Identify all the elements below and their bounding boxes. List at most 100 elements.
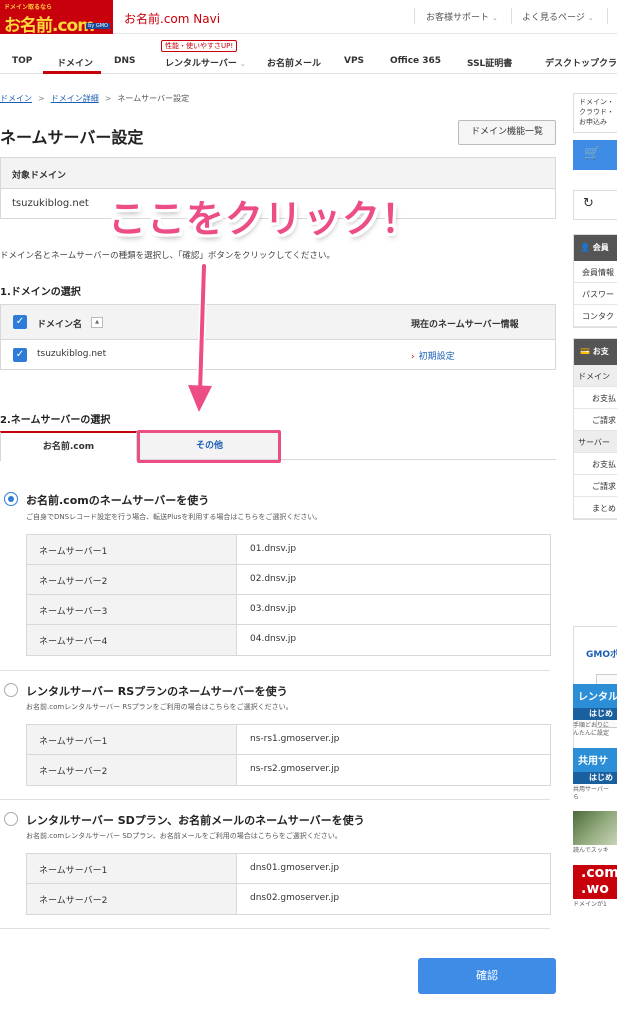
option-sd-title: レンタルサーバー SDプラン、お名前メールのネームサーバーを使う xyxy=(26,814,365,827)
domain-table-header: ✓ ドメイン名 ▲ 現在のネームサーバー情報 xyxy=(1,305,555,340)
table-row: ネームサーバー4 04.dnsv.jp xyxy=(27,625,550,655)
section-ns-select-title: 2.ネームサーバーの選択 xyxy=(0,415,111,426)
logo-gmo: by GMO xyxy=(86,23,110,29)
annotation-highlight-box xyxy=(137,430,281,463)
ns-label: ネームサーバー2 xyxy=(27,884,237,914)
ns-label: ネームサーバー1 xyxy=(27,535,237,564)
support-link[interactable]: お客様サポート ⌄ xyxy=(426,10,498,23)
nav-rental-server-label: レンタルサーバー xyxy=(165,59,237,69)
sidebar-item-bulk[interactable]: まとめ xyxy=(574,497,617,519)
divider xyxy=(0,799,550,800)
nav-ssl[interactable]: SSL証明書 xyxy=(467,56,512,69)
sidebar-item-password[interactable]: パスワー xyxy=(574,283,617,305)
reload-button[interactable]: ↻ xyxy=(573,190,617,220)
nav-rental-server[interactable]: レンタルサーバー ⌄ xyxy=(165,56,246,69)
sidebar-item-invoice[interactable]: ご請求 xyxy=(574,475,617,497)
chevron-down-icon: ⌄ xyxy=(587,14,594,22)
nav-onamae-mail[interactable]: お名前メール xyxy=(267,56,321,69)
option-rs-desc: お名前.comレンタルサーバー RSプランをご利用の場合はこちらをご選択ください… xyxy=(26,703,293,711)
ns-table-onamae: ネームサーバー1 01.dnsv.jp ネームサーバー2 02.dnsv.jp ネー… xyxy=(26,534,551,656)
sidebar-item-member-info[interactable]: 会員情報 xyxy=(574,261,617,283)
divider xyxy=(0,670,550,671)
ad-shared-server[interactable]: 共用サ はじめ 共用サーバー ら xyxy=(573,748,617,802)
promo-badge: 性能・使いやすさUP! xyxy=(161,40,238,52)
breadcrumb-current: ネームサーバー設定 xyxy=(117,94,190,103)
ad-text: 読んでスッキ xyxy=(573,847,609,854)
ad-rental-server[interactable]: レンタル はじめ 手順どおりに んたんに設定 xyxy=(573,684,617,738)
header-separator xyxy=(511,8,512,24)
ns-label: ネームサーバー1 xyxy=(27,725,237,754)
nav-domain[interactable]: ドメイン xyxy=(57,56,93,69)
header-separator xyxy=(414,8,415,24)
sidebar-item-payment[interactable]: お支払 xyxy=(574,453,617,475)
user-icon: 👤 xyxy=(580,243,590,252)
sort-icon[interactable]: ▲ xyxy=(91,317,103,328)
ns-value: ns-rs1.gmoserver.jp xyxy=(250,734,340,744)
sidebar-item-invoice[interactable]: ご請求 xyxy=(574,409,617,431)
ad-domain-line: .wo xyxy=(581,881,609,897)
sidebar-member-box: 👤 会員 会員情報 パスワー コンタク xyxy=(573,234,617,328)
section-domain-select-title: 1.ドメインの選択 xyxy=(0,287,81,298)
option-onamae-title: お名前.comのネームサーバーを使う xyxy=(26,494,210,507)
faq-link[interactable]: よく見るページ ⌄ xyxy=(522,10,594,23)
ns-value: 01.dnsv.jp xyxy=(250,544,297,554)
column-domain-name: ドメイン名 xyxy=(37,320,83,330)
global-nav: TOP ドメイン DNS レンタルサーバー ⌄ お名前メール VPS Office… xyxy=(0,34,617,74)
select-all-checkbox[interactable]: ✓ xyxy=(13,315,27,329)
nav-active-indicator xyxy=(43,71,101,74)
ns-value: 03.dnsv.jp xyxy=(250,604,297,614)
option-onamae-radio[interactable] xyxy=(4,492,18,506)
ns-label: ネームサーバー3 xyxy=(27,595,237,624)
sidebar-notice[interactable]: ドメイン・ クラウド・ お申込み xyxy=(573,93,617,133)
ns-value: ns-rs2.gmoserver.jp xyxy=(250,764,340,774)
ad-photo[interactable]: 読んでスッキ xyxy=(573,811,617,855)
chevron-down-icon: ⌄ xyxy=(492,14,498,22)
confirm-button[interactable]: 確認 xyxy=(418,958,556,994)
breadcrumb-domain-detail[interactable]: ドメイン詳細 xyxy=(51,94,99,103)
domain-function-list-button[interactable]: ドメイン機能一覧 xyxy=(458,120,556,145)
ad-banner-title: レンタル xyxy=(573,684,617,708)
sidebar-item-server: サーバー xyxy=(574,431,617,453)
cart-button[interactable]: 🛒 xyxy=(573,140,617,170)
sidebar-notice-line: クラウド・ xyxy=(579,108,614,116)
onamae-logo[interactable]: ドメイン取るなら お名前.com by GMO xyxy=(0,0,113,36)
option-sd-radio[interactable] xyxy=(4,812,18,826)
domain-checkbox[interactable]: ✓ xyxy=(13,348,27,362)
ad-text: ら xyxy=(573,794,580,801)
nav-desktop-cloud[interactable]: デスクトップクラウ xyxy=(545,56,617,69)
option-onamae-desc: ご自身でDNSレコード設定を行う場合、転送Plusを利用する場合はこちらをご選択… xyxy=(26,513,322,521)
breadcrumb-domain[interactable]: ドメイン xyxy=(0,94,32,103)
ns-value: dns01.gmoserver.jp xyxy=(250,863,340,873)
current-ns-link[interactable]: › 初期設定 xyxy=(411,349,455,362)
sidebar-notice-line: お申込み xyxy=(579,118,607,126)
option-rs-radio[interactable] xyxy=(4,683,18,697)
nav-dns[interactable]: DNS xyxy=(114,56,136,66)
ns-label: ネームサーバー4 xyxy=(27,625,237,655)
sidebar-payment-box: 💳 お支 ドメイン お支払 ご請求 サーバー お支払 ご請求 まとめ xyxy=(573,338,617,520)
target-domain-label: 対象ドメイン xyxy=(1,158,555,189)
cart-icon: 🛒 xyxy=(584,146,601,161)
ad-domain[interactable]: .com .wo ドメインが1 xyxy=(573,865,617,909)
reload-icon: ↻ xyxy=(583,196,594,211)
ns-label: ネームサーバー2 xyxy=(27,755,237,785)
chevron-right-icon: > xyxy=(104,94,112,103)
table-row: ネームサーバー2 02.dnsv.jp xyxy=(27,565,550,595)
gmo-points-label: GMOポ xyxy=(586,650,617,660)
ad-domain-banner: .com .wo xyxy=(573,865,617,899)
ns-value: 02.dnsv.jp xyxy=(250,574,297,584)
nav-top[interactable]: TOP xyxy=(12,56,32,66)
annotation-arrow-icon xyxy=(184,262,216,418)
sidebar-notice-line: ドメイン・ xyxy=(579,98,614,106)
tab-onamae[interactable]: お名前.com xyxy=(0,431,137,461)
ad-domain-line: .com xyxy=(581,865,617,881)
sidebar-item-contact[interactable]: コンタク xyxy=(574,305,617,327)
nav-office365[interactable]: Office 365 xyxy=(390,56,441,66)
ns-table-rs: ネームサーバー1 ns-rs1.gmoserver.jp ネームサーバー2 ns-r… xyxy=(26,724,551,786)
app-title: お名前.com Navi xyxy=(124,12,221,26)
sidebar-payment-head-label: お支 xyxy=(592,347,609,356)
header: ドメイン取るなら お名前.com by GMO お名前.com Navi お客様… xyxy=(0,0,617,36)
table-row: ネームサーバー1 dns01.gmoserver.jp xyxy=(27,854,550,884)
nav-vps[interactable]: VPS xyxy=(344,56,364,66)
ad-photo-image xyxy=(573,811,617,845)
sidebar-item-payment[interactable]: お支払 xyxy=(574,387,617,409)
